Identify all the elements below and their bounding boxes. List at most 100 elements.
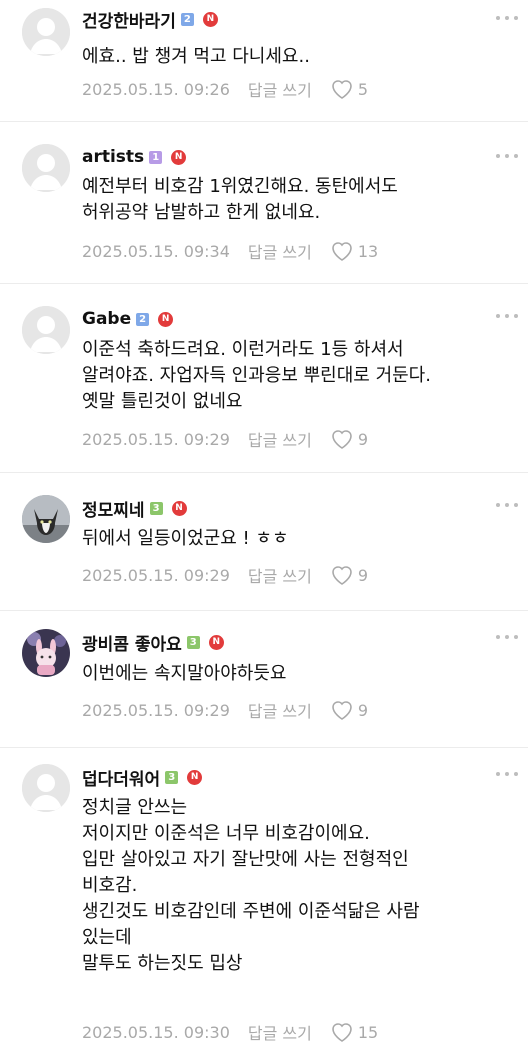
nickname[interactable]: 건강한바라기 <box>82 7 176 32</box>
nickname[interactable]: 광비콤 좋아요 <box>82 630 182 655</box>
avatar[interactable] <box>22 495 70 543</box>
avatar[interactable] <box>22 144 70 192</box>
more-options-button[interactable] <box>496 772 518 778</box>
heart-outline-icon <box>332 80 352 99</box>
nickname[interactable]: 덥다더워어 <box>82 765 160 790</box>
comment-date: 2025.05.15. 09:30 <box>82 1022 230 1042</box>
more-dots-icon <box>496 314 500 318</box>
avatar[interactable] <box>22 306 70 354</box>
comment-item: 광비콤 좋아요 3 N 이번에는 속지말아야하듯요 2025.05.15. 09… <box>0 611 528 748</box>
comment-item: 정모찌네 3 N 뒤에서 일등이었군요 ! ㅎㅎ 2025.05.15. 09:… <box>0 473 528 611</box>
more-options-button[interactable] <box>496 154 518 160</box>
like-button[interactable]: 13 <box>330 240 378 262</box>
more-options-button[interactable] <box>496 635 518 641</box>
nickname[interactable]: Gabe <box>82 309 131 329</box>
default-avatar-icon <box>22 144 70 192</box>
cat-photo-avatar <box>22 495 70 543</box>
more-options-button[interactable] <box>496 16 518 22</box>
comment-header: Gabe 2 N <box>82 308 174 330</box>
level-badge: 2 <box>180 12 194 26</box>
reply-button[interactable]: 답글 쓰기 <box>248 239 312 263</box>
comment-meta: 2025.05.15. 09:34 답글 쓰기 13 <box>82 239 378 263</box>
heart-outline-icon <box>332 242 352 261</box>
avatar[interactable] <box>22 8 70 56</box>
comment-line: 저이지만 이준석은 너무 비호감이에요. <box>82 823 370 844</box>
new-badge: N <box>208 634 224 650</box>
reply-button[interactable]: 답글 쓰기 <box>248 77 312 101</box>
comment-line: 생긴것도 비호감인데 주변에 이준석닮은 사람 <box>82 901 420 922</box>
level-badge: 2 <box>136 312 150 326</box>
nickname[interactable]: 정모찌네 <box>82 496 145 521</box>
new-badge: N <box>187 769 203 785</box>
level-badge: 1 <box>149 150 163 164</box>
avatar[interactable] <box>22 629 70 677</box>
like-button[interactable]: 5 <box>330 78 368 100</box>
like-count: 9 <box>357 700 369 720</box>
like-count: 13 <box>357 241 379 261</box>
comment-line: 입만 살아있고 자기 잘난맛에 사는 전형적인 <box>82 849 409 870</box>
new-badge: N <box>171 500 187 516</box>
more-options-button[interactable] <box>496 314 518 320</box>
comment-date: 2025.05.15. 09:29 <box>82 429 230 449</box>
comment-meta: 2025.05.15. 09:26 답글 쓰기 5 <box>82 77 368 101</box>
comment-meta: 2025.05.15. 09:29 답글 쓰기 9 <box>82 698 368 722</box>
comment-item: 덥다더워어 3 N 정치글 안쓰는 저이지만 이준석은 너무 비호감이에요. 입… <box>0 748 528 1056</box>
doll-photo-avatar <box>22 629 70 677</box>
more-options-button[interactable] <box>496 503 518 509</box>
like-button[interactable]: 9 <box>330 428 368 450</box>
comment-header: 건강한바라기 2 N <box>82 7 218 32</box>
avatar[interactable] <box>22 764 70 812</box>
like-button[interactable]: 9 <box>330 699 368 721</box>
comment-header: artists 1 N <box>82 146 187 168</box>
comment-line: 허위공약 남발하고 한게 없네요. <box>82 202 321 223</box>
reply-button[interactable]: 답글 쓰기 <box>248 427 312 451</box>
comment-text: 예전부터 비호감 1위였긴해요. 동탄에서도 허위공약 남발하고 한게 없네요. <box>82 174 512 226</box>
default-avatar-icon <box>22 306 70 354</box>
reply-button[interactable]: 답글 쓰기 <box>248 698 312 722</box>
comment-line: 예전부터 비호감 1위였긴해요. 동탄에서도 <box>82 176 398 197</box>
comment-line: 알려야죠. 자업자득 인과응보 뿌린대로 거둔다. <box>82 365 431 386</box>
new-badge: N <box>202 11 218 27</box>
like-count: 15 <box>357 1022 379 1042</box>
comment-text: 이준석 축하드려요. 이런거라도 1등 하셔서 알려야죠. 자업자득 인과응보 … <box>82 337 512 415</box>
comment-line: 에효.. 밥 챙겨 먹고 다니세요.. <box>82 46 310 67</box>
comment-line: 정치글 안쓰는 <box>82 797 188 818</box>
comment-line: 옛말 틀린것이 없네요 <box>82 391 243 412</box>
comment-date: 2025.05.15. 09:26 <box>82 79 230 99</box>
comment-line: 이준석 축하드려요. 이런거라도 1등 하셔서 <box>82 339 404 360</box>
new-badge: N <box>171 149 187 165</box>
default-avatar-icon <box>22 764 70 812</box>
comment-text: 정치글 안쓰는 저이지만 이준석은 너무 비호감이에요. 입만 살아있고 자기 … <box>82 795 512 977</box>
comment-date: 2025.05.15. 09:29 <box>82 565 230 585</box>
like-button[interactable]: 15 <box>330 1021 378 1043</box>
more-dots-icon <box>496 154 500 158</box>
more-dots-icon <box>496 635 500 639</box>
comment-meta: 2025.05.15. 09:29 답글 쓰기 9 <box>82 427 368 451</box>
comment-meta: 2025.05.15. 09:29 답글 쓰기 9 <box>82 563 368 587</box>
like-button[interactable]: 9 <box>330 564 368 586</box>
comment-item: 건강한바라기 2 N 에효.. 밥 챙겨 먹고 다니세요.. 2025.05.1… <box>0 0 528 122</box>
reply-button[interactable]: 답글 쓰기 <box>248 563 312 587</box>
comment-text: 뒤에서 일등이었군요 ! ㅎㅎ <box>82 526 512 552</box>
comment-header: 정모찌네 3 N <box>82 496 187 521</box>
comment-meta: 2025.05.15. 09:30 답글 쓰기 15 <box>82 1020 378 1044</box>
comment-item: artists 1 N 예전부터 비호감 1위였긴해요. 동탄에서도 허위공약 … <box>0 122 528 284</box>
heart-outline-icon <box>332 1023 352 1042</box>
level-badge: 3 <box>149 501 163 515</box>
comment-line: 있는데 <box>82 927 132 948</box>
nickname[interactable]: artists <box>82 147 144 167</box>
comment-line: 뒤에서 일등이었군요 ! ㅎㅎ <box>82 528 289 549</box>
level-badge: 3 <box>186 635 200 649</box>
new-badge: N <box>158 311 174 327</box>
more-dots-icon <box>496 16 500 20</box>
comment-header: 덥다더워어 3 N <box>82 765 203 790</box>
comment-item: Gabe 2 N 이준석 축하드려요. 이런거라도 1등 하셔서 알려야죠. 자… <box>0 284 528 473</box>
more-dots-icon <box>496 503 500 507</box>
more-dots-icon <box>496 772 500 776</box>
comment-date: 2025.05.15. 09:34 <box>82 241 230 261</box>
comment-date: 2025.05.15. 09:29 <box>82 700 230 720</box>
like-count: 9 <box>357 565 369 585</box>
reply-button[interactable]: 답글 쓰기 <box>248 1020 312 1044</box>
heart-outline-icon <box>332 566 352 585</box>
comment-line: 말투도 하는짓도 밉상 <box>82 953 243 974</box>
